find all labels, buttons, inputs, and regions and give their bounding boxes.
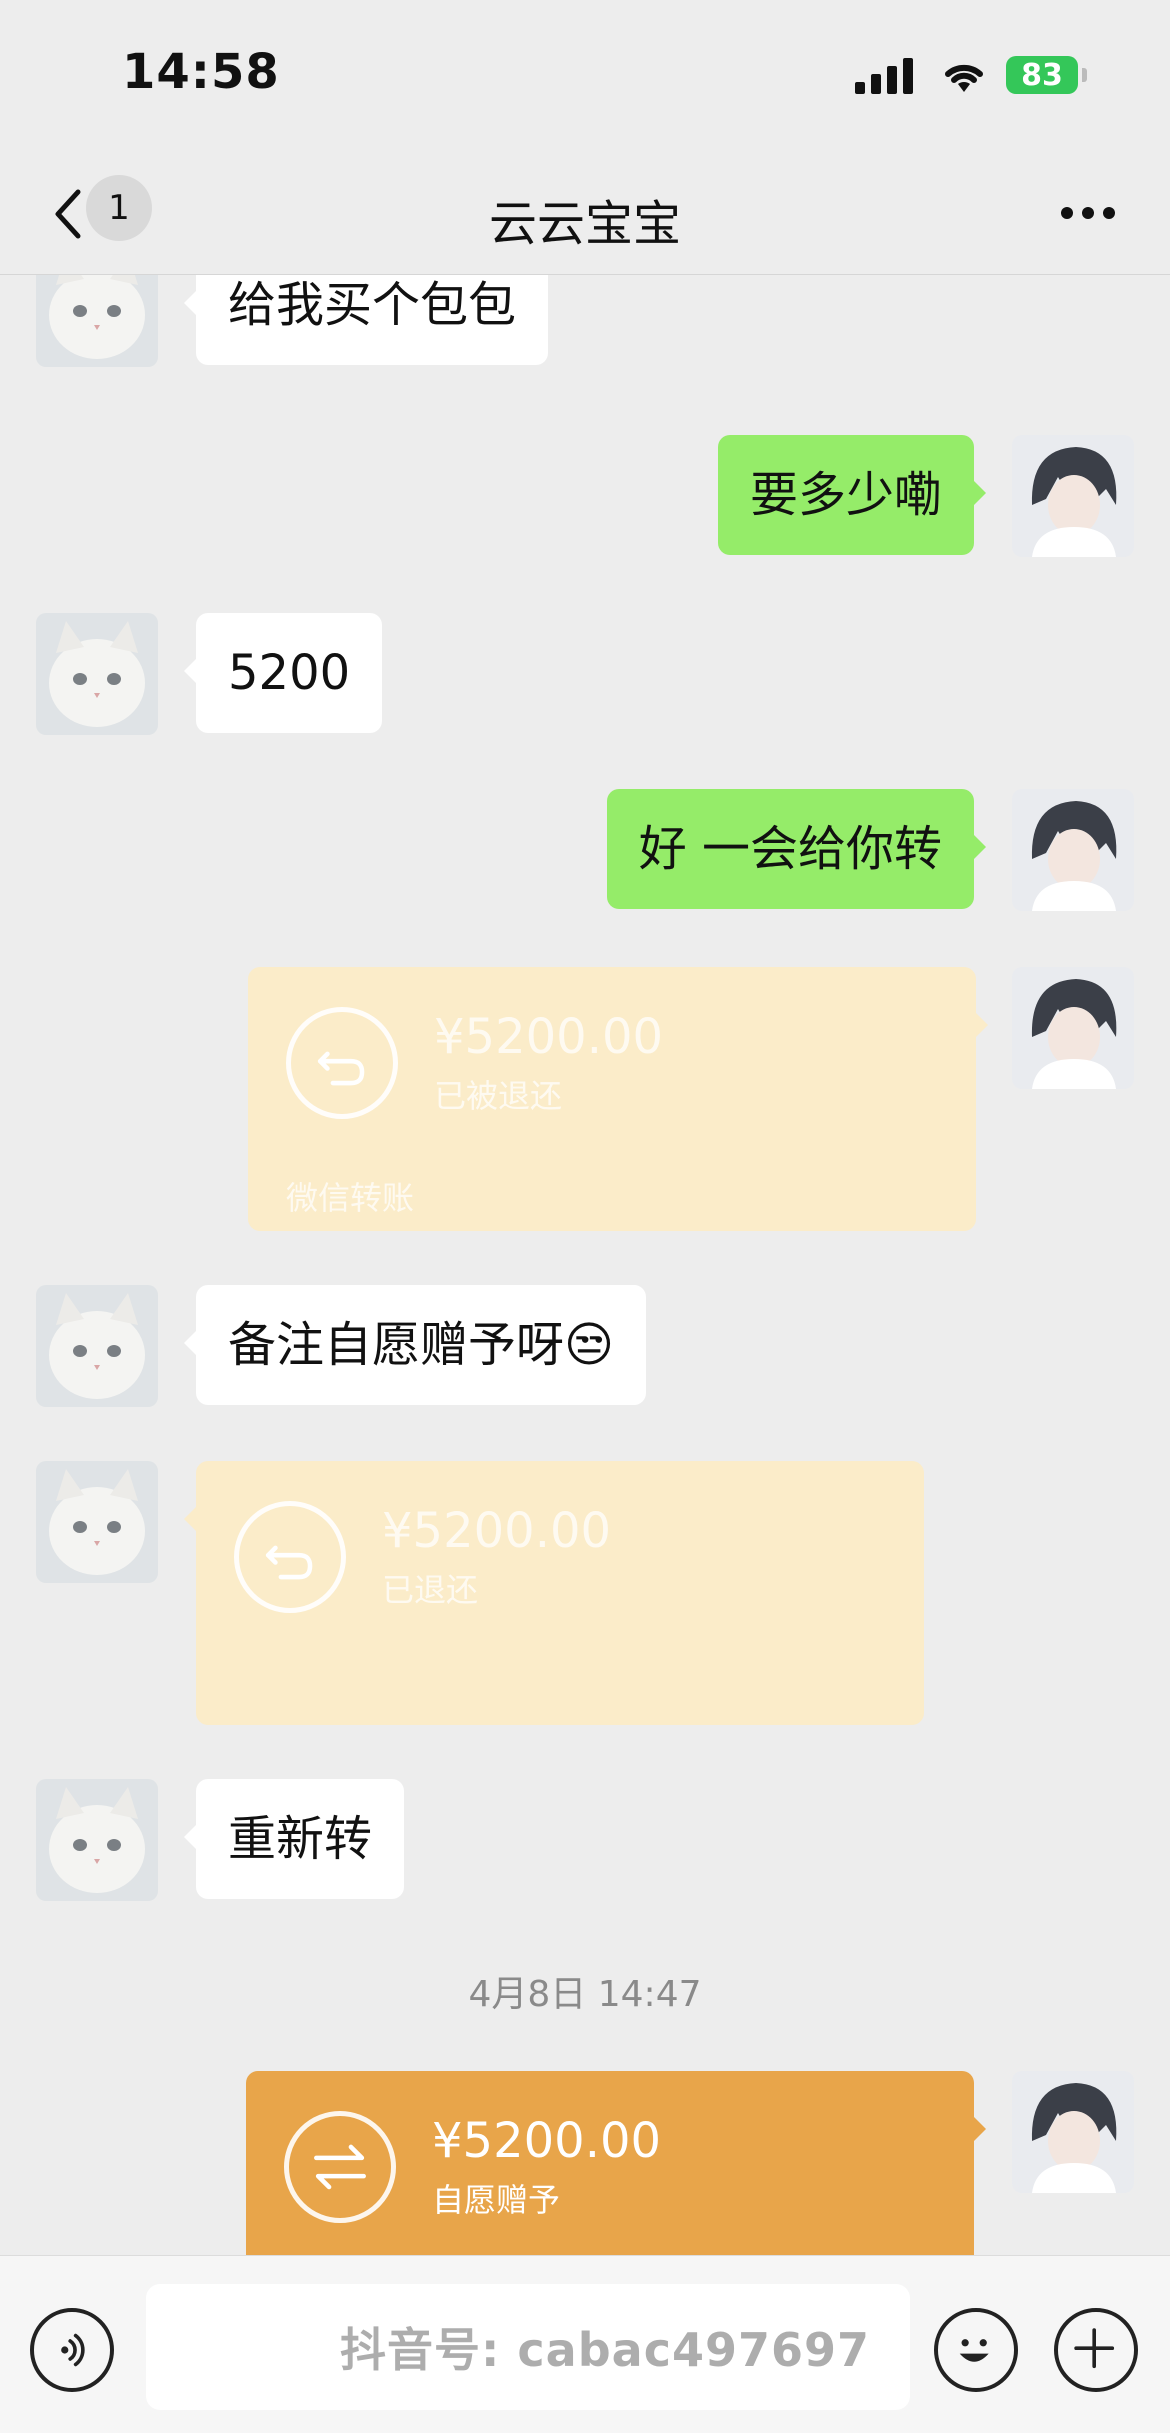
- chat-header: 1 云云宝宝: [0, 150, 1170, 275]
- transfer-footer: 微信转账: [286, 1179, 415, 1217]
- message-bubble[interactable]: 要多少嘞: [717, 435, 987, 555]
- bubble-tail: [972, 2115, 986, 2143]
- timestamp: 4月8日 14:47: [468, 1974, 702, 2015]
- cat-avatar[interactable]: [36, 275, 158, 367]
- wifi-icon: [945, 64, 983, 92]
- battery-indicator: 83: [1006, 56, 1078, 94]
- user-avatar[interactable]: [1012, 789, 1134, 911]
- transfer-exchange-icon: [284, 2111, 396, 2223]
- message-list[interactable]: 给我买个包包 要多少嘞 5200 好 一会给你转 ¥5200.00 已被退还 微…: [0, 275, 1170, 2255]
- user-avatar[interactable]: [1012, 967, 1134, 1089]
- bubble-tail: [184, 1505, 198, 1533]
- input-bar: 抖音号: cabac497697: [0, 2255, 1170, 2433]
- cellular-signal-icon: [855, 58, 913, 94]
- chat-title: 云云宝宝: [488, 196, 681, 252]
- transfer-status: 已被退还: [434, 1077, 563, 1115]
- battery-nub: [1082, 68, 1087, 82]
- transfer-amount: ¥5200.00: [432, 2113, 662, 2169]
- bubble-tail: [974, 1011, 988, 1039]
- transfer-amount: ¥5200.00: [382, 1503, 612, 1559]
- transfer-status: 自愿赠予: [432, 2181, 561, 2219]
- transfer-card-returned[interactable]: ¥5200.00 已退还: [184, 1461, 924, 1725]
- message-bubble[interactable]: 好 一会给你转: [606, 789, 987, 909]
- message-bubble[interactable]: 备注自愿赠予呀😒: [183, 1285, 647, 1405]
- transfer-status: 已退还: [382, 1571, 479, 1609]
- transfer-card-active[interactable]: ¥5200.00 自愿赠予: [246, 2071, 986, 2255]
- message-bubble[interactable]: 5200: [183, 613, 383, 733]
- transfer-return-icon: [286, 1007, 398, 1119]
- cat-avatar[interactable]: [36, 613, 158, 735]
- message-bubble[interactable]: 重新转: [183, 1779, 405, 1899]
- cat-avatar[interactable]: [36, 1285, 158, 1407]
- message-bubble[interactable]: 给我买个包包: [183, 275, 549, 365]
- emoji-icon[interactable]: [934, 2308, 1018, 2392]
- status-bar: 14:58 83: [0, 0, 1170, 150]
- transfer-return-icon: [234, 1501, 346, 1613]
- voice-icon[interactable]: [30, 2308, 114, 2392]
- transfer-card-returned[interactable]: ¥5200.00 已被退还 微信转账: [248, 967, 988, 1231]
- user-avatar[interactable]: [1012, 435, 1134, 557]
- more-icon[interactable]: [1060, 206, 1116, 220]
- cat-avatar[interactable]: [36, 1779, 158, 1901]
- transfer-amount: ¥5200.00: [434, 1009, 664, 1065]
- user-avatar[interactable]: [1012, 2071, 1134, 2193]
- plus-icon[interactable]: [1054, 2308, 1138, 2392]
- cat-avatar[interactable]: [36, 1461, 158, 1583]
- watermark: 抖音号: cabac497697: [340, 2323, 870, 2377]
- status-time: 14:58: [122, 44, 280, 100]
